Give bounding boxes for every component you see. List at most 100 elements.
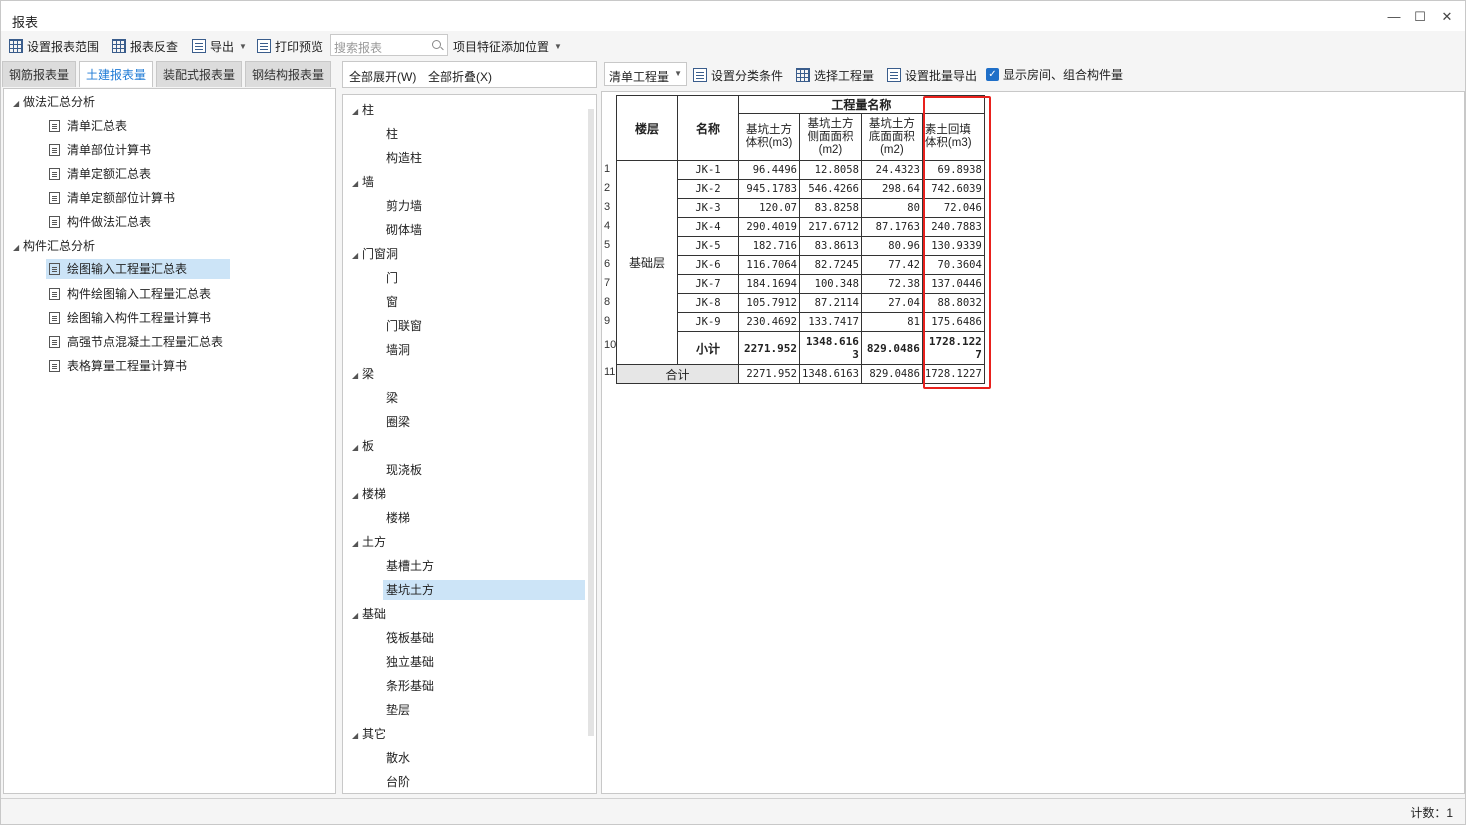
reverse-check-button[interactable]: 报表反查 — [112, 36, 178, 56]
chevron-down-icon: ▼ — [239, 41, 247, 51]
tree-item[interactable]: 窗 — [386, 292, 398, 312]
select-qty-button[interactable]: 选择工程量 — [796, 65, 874, 85]
tree-group[interactable]: ◢ 楼梯 — [352, 484, 386, 504]
tree-group[interactable]: ◢ 板 — [352, 436, 374, 456]
tab-steel-report[interactable]: 钢结构报表量 — [245, 61, 332, 87]
tree-group[interactable]: ◢ 梁 — [352, 364, 374, 384]
tree-item[interactable]: 圈梁 — [386, 412, 410, 432]
set-batch-export-button[interactable]: 设置批量导出 — [887, 65, 977, 85]
qty-type-select[interactable]: 清单工程量 ▼ — [604, 62, 687, 86]
chevron-down-icon: ◢ — [352, 611, 359, 620]
subtotal-label: 小计 — [677, 331, 739, 365]
tree-item-selected[interactable]: 基坑土方 — [383, 580, 585, 600]
tree-item[interactable]: 楼梯 — [386, 508, 410, 528]
header-name: 名称 — [677, 95, 739, 161]
tree-item[interactable]: 现浇板 — [386, 460, 422, 480]
tree-item[interactable]: 台阶 — [386, 772, 410, 792]
set-range-button[interactable]: 设置报表范围 — [9, 36, 99, 56]
chevron-down-icon: ▼ — [674, 69, 682, 78]
name-cell: JK-1 — [677, 160, 739, 180]
document-icon — [49, 119, 60, 132]
row-number: 8 — [604, 296, 611, 308]
close-button[interactable]: ✕ — [1438, 8, 1456, 26]
row-number: 7 — [604, 277, 611, 289]
show-rooms-checkbox[interactable]: ✓ 显示房间、组合构件量 — [986, 64, 1123, 84]
tree-item[interactable]: 散水 — [386, 748, 410, 768]
tree-group[interactable]: ◢ 其它 — [352, 724, 386, 744]
value-cell: 182.716 — [738, 236, 800, 256]
tree-item[interactable]: 清单部位计算书 — [49, 140, 151, 160]
value-cell: 116.7064 — [738, 255, 800, 275]
printer-icon — [257, 39, 271, 53]
tree-group[interactable]: ◢ 门窗洞 — [352, 244, 398, 264]
value-cell: 80.96 — [860, 236, 923, 256]
tree-item[interactable]: 砌体墙 — [386, 220, 422, 240]
header-pit-side-area: 基坑土方侧面面积(m2) — [799, 113, 862, 161]
value-cell: 80 — [860, 198, 923, 218]
tree-item[interactable]: 构造柱 — [386, 148, 422, 168]
grid-search-icon — [112, 39, 126, 53]
tree-group-component-summary[interactable]: ◢ 构件汇总分析 — [13, 236, 95, 256]
name-cell: JK-9 — [677, 312, 739, 332]
tree-item[interactable]: 清单定额部位计算书 — [49, 188, 175, 208]
name-cell: JK-4 — [677, 217, 739, 237]
collapse-all-button[interactable]: 全部折叠(X) — [428, 68, 492, 85]
report-window: 报表 — ☐ ✕ 设置报表范围 报表反查 导出 ▼ 打印预览 项目特征添加位置 ▼ … — [0, 0, 1466, 825]
value-cell: 77.42 — [860, 255, 923, 275]
tree-group-method-summary[interactable]: ◢ 做法汇总分析 — [13, 92, 95, 112]
tree-item[interactable]: 门 — [386, 268, 398, 288]
tree-item-selected[interactable]: 绘图输入工程量汇总表 — [46, 259, 230, 279]
tree-item[interactable]: 条形基础 — [386, 676, 434, 696]
document-icon — [49, 167, 60, 180]
document-icon — [49, 335, 60, 348]
search-input[interactable]: 搜索报表 — [330, 34, 448, 56]
name-cell: JK-8 — [677, 293, 739, 313]
value-cell: 298.64 — [860, 179, 923, 199]
row-number: 6 — [604, 258, 611, 270]
tree-item[interactable]: 独立基础 — [386, 652, 434, 672]
tab-prefab-report[interactable]: 装配式报表量 — [156, 61, 243, 87]
row-number: 4 — [604, 220, 611, 232]
tree-item[interactable]: 门联窗 — [386, 316, 422, 336]
value-cell: 230.4692 — [738, 312, 800, 332]
tree-item[interactable]: 清单定额汇总表 — [49, 164, 151, 184]
expand-all-button[interactable]: 全部展开(W) — [349, 68, 416, 85]
value-cell: 546.4266 — [799, 179, 862, 199]
value-cell: 87.2114 — [799, 293, 862, 313]
subtotal-cell: 1348.6163 — [799, 331, 862, 365]
middle-scrollbar[interactable] — [588, 109, 594, 736]
tree-item[interactable]: 表格算量工程量计算书 — [49, 356, 187, 376]
maximize-button[interactable]: ☐ — [1411, 8, 1429, 26]
minimize-button[interactable]: — — [1385, 8, 1403, 26]
tree-group[interactable]: ◢ 土方 — [352, 532, 386, 552]
tab-rebar-report[interactable]: 钢筋报表量 — [2, 61, 77, 87]
tree-item[interactable]: 基槽土方 — [386, 556, 434, 576]
export-icon — [192, 39, 206, 53]
print-preview-button[interactable]: 打印预览 — [257, 36, 323, 56]
tree-item[interactable]: 构件做法汇总表 — [49, 212, 151, 232]
name-cell: JK-2 — [677, 179, 739, 199]
tree-item[interactable]: 垫层 — [386, 700, 410, 720]
tree-item[interactable]: 柱 — [386, 124, 398, 144]
tree-item[interactable]: 清单汇总表 — [49, 116, 127, 136]
tree-item[interactable]: 墙洞 — [386, 340, 410, 360]
main-toolbar: 设置报表范围 报表反查 导出 ▼ 打印预览 项目特征添加位置 ▼ — [1, 32, 1465, 60]
value-cell: 133.7417 — [799, 312, 862, 332]
tree-group[interactable]: ◢ 基础 — [352, 604, 386, 624]
tree-item[interactable]: 梁 — [386, 388, 398, 408]
tree-item[interactable]: 剪力墙 — [386, 196, 422, 216]
set-category-button[interactable]: 设置分类条件 — [693, 65, 783, 85]
header-pit-volume: 基坑土方体积(m3) — [738, 113, 800, 161]
export-button[interactable]: 导出 ▼ — [192, 36, 247, 56]
subtotal-cell: 829.0486 — [860, 331, 923, 365]
tree-item[interactable]: 构件绘图输入工程量汇总表 — [49, 284, 211, 304]
tree-group[interactable]: ◢ 墙 — [352, 172, 374, 192]
tree-item[interactable]: 高强节点混凝土工程量汇总表 — [49, 332, 223, 352]
tab-civil-report[interactable]: 土建报表量 — [79, 61, 154, 87]
value-cell: 217.6712 — [799, 217, 862, 237]
tree-group[interactable]: ◢ 柱 — [352, 100, 374, 120]
tree-item[interactable]: 绘图输入构件工程量计算书 — [49, 308, 211, 328]
value-cell: 24.4323 — [860, 160, 923, 180]
add-feature-position-dropdown[interactable]: 项目特征添加位置 ▼ — [453, 36, 562, 56]
tree-item[interactable]: 筏板基础 — [386, 628, 434, 648]
